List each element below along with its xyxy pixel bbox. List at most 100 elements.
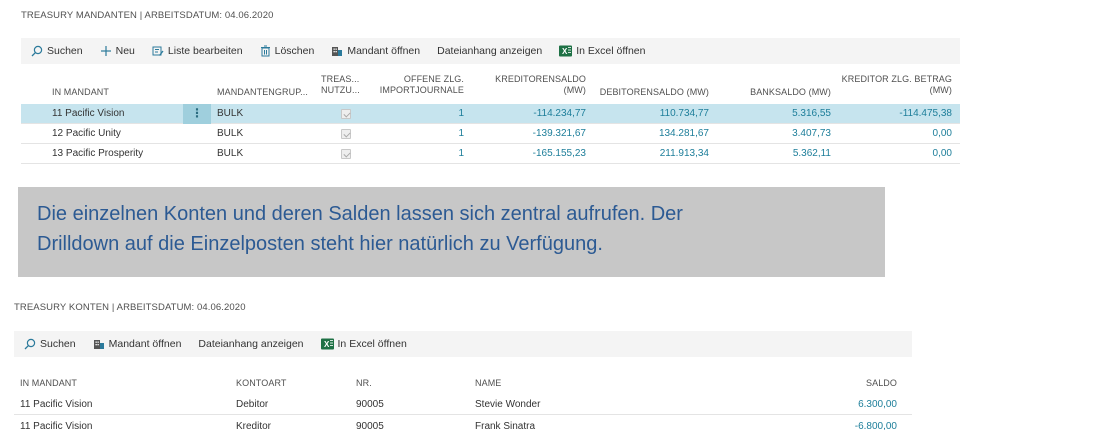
delete-button[interactable]: Löschen <box>260 45 315 57</box>
search-icon <box>24 338 36 350</box>
cell-creditor-balance[interactable]: -139.321,67 <box>476 124 586 144</box>
open-client-button-label: Mandant öffnen <box>108 338 182 350</box>
open-excel-button[interactable]: X In Excel öffnen <box>320 338 407 350</box>
checkbox-treasury-use <box>341 149 351 159</box>
trash-icon <box>260 45 270 57</box>
cell-open-imports[interactable]: 1 <box>367 144 464 164</box>
building-icon <box>332 47 343 56</box>
excel-icon: X <box>559 45 573 57</box>
cell-creditor-payment[interactable]: -114.475,38 <box>836 104 952 124</box>
col-header-number[interactable]: NR. <box>356 378 372 389</box>
cell-number: 90005 <box>356 421 384 430</box>
cell-number: 90005 <box>356 399 384 410</box>
cell-creditor-balance[interactable]: -114.234,77 <box>476 104 586 124</box>
col-header-group[interactable]: MANDANTENGRUP... <box>217 87 308 98</box>
checkbox-treasury-use <box>341 109 351 119</box>
svg-text:X: X <box>562 47 568 56</box>
cell-mandant[interactable]: 13 Pacific Prosperity <box>52 144 143 164</box>
col-header-name[interactable]: NAME <box>475 378 501 389</box>
col-header-bank-balance[interactable]: BANKSALDO (MW) <box>721 87 831 98</box>
search-icon <box>31 45 43 57</box>
search-button[interactable]: Suchen <box>31 45 83 57</box>
col-header-treas-line1: TREAS... <box>321 74 360 84</box>
search-button-label: Suchen <box>40 338 76 350</box>
cell-bank-balance[interactable]: 5.362,11 <box>721 144 831 164</box>
cell-name: Stevie Wonder <box>475 399 541 410</box>
col-header-mandant[interactable]: IN MANDANT <box>20 378 77 389</box>
cell-name: Frank Sinatra <box>475 421 536 430</box>
cell-open-imports[interactable]: 1 <box>367 104 464 124</box>
col-header-creditor-balance-line1: KREDITORENSALDO <box>495 74 586 84</box>
konten-table: IN MANDANT KONTOART NR. NAME SALDO 11 Pa… <box>14 357 912 430</box>
cell-bank-balance[interactable]: 5.316,55 <box>721 104 831 124</box>
cell-debtor-balance[interactable]: 134.281,67 <box>591 124 709 144</box>
svg-text:X: X <box>324 340 330 349</box>
col-header-open-imports-line2: IMPORTJOURNALE <box>379 85 464 95</box>
edit-list-button[interactable]: Liste bearbeiten <box>152 45 243 57</box>
cell-mandant[interactable]: 11 Pacific Vision <box>20 395 92 415</box>
page-title-konten: TREASURY KONTEN | ARBEITSDATUM: 04.06.20… <box>14 302 246 313</box>
new-button-label: Neu <box>115 45 135 57</box>
open-client-button[interactable]: Mandant öffnen <box>331 45 420 57</box>
row-actions-icon[interactable]: ⋮ <box>183 104 211 124</box>
col-header-mandant[interactable]: IN MANDANT <box>52 87 109 98</box>
cell-debtor-balance[interactable]: 211.913,34 <box>591 144 709 164</box>
cell-group: BULK <box>217 148 244 159</box>
delete-button-label: Löschen <box>274 45 315 57</box>
callout-line-1: Die einzelnen Konten und deren Salden la… <box>37 203 683 225</box>
building-icon <box>93 340 104 349</box>
table-row[interactable]: 12 Pacific Unity BULK 1 -139.321,67 134.… <box>21 124 960 144</box>
callout-line-2: Drilldown auf die Einzelposten steht hie… <box>37 233 603 255</box>
col-header-creditor-balance[interactable]: KREDITORENSALDO (MW) <box>476 74 586 96</box>
cell-account-type: Kreditor <box>236 421 272 430</box>
cell-group: BULK <box>217 108 244 119</box>
table-row[interactable]: 11 Pacific Vision ⋮ BULK 1 -114.234,77 1… <box>21 104 960 124</box>
cell-creditor-payment[interactable]: 0,00 <box>836 124 952 144</box>
page-title-mandanten: TREASURY MANDANTEN | ARBEITSDATUM: 04.06… <box>21 10 274 21</box>
mandanten-table: IN MANDANT MANDANTENGRUP... TREAS... NUT… <box>21 64 960 164</box>
edit-list-button-label: Liste bearbeiten <box>167 45 243 57</box>
open-client-button[interactable]: Mandant öffnen <box>93 338 182 350</box>
cell-group: BULK <box>217 128 244 139</box>
plus-icon <box>100 46 111 56</box>
cell-bank-balance[interactable]: 3.407,73 <box>721 124 831 144</box>
checkbox-treasury-use <box>341 129 351 139</box>
cell-mandant[interactable]: 11 Pacific Vision <box>52 104 124 124</box>
new-button[interactable]: Neu <box>100 45 135 57</box>
cell-creditor-payment[interactable]: 0,00 <box>836 144 952 164</box>
table-row[interactable]: 11 Pacific Vision Kreditor 90005 Frank S… <box>14 417 912 430</box>
cell-debtor-balance[interactable]: 110.734,77 <box>591 104 709 124</box>
excel-icon: X <box>320 338 334 350</box>
search-button[interactable]: Suchen <box>24 338 76 350</box>
show-attachment-button-label: Dateianhang anzeigen <box>437 45 543 57</box>
cell-mandant[interactable]: 12 Pacific Unity <box>52 124 121 144</box>
cell-balance[interactable]: 6.300,00 <box>794 395 897 415</box>
open-excel-button-label: In Excel öffnen <box>337 338 407 350</box>
edit-list-icon <box>152 46 164 56</box>
show-attachment-button-label: Dateianhang anzeigen <box>198 338 304 350</box>
open-client-button-label: Mandant öffnen <box>347 45 421 57</box>
col-header-account-type[interactable]: KONTOART <box>236 378 286 389</box>
show-attachment-button[interactable]: Dateianhang anzeigen <box>437 45 542 57</box>
col-header-open-imports[interactable]: OFFENE ZLG. IMPORTJOURNALE <box>367 74 464 96</box>
table-row[interactable]: 11 Pacific Vision Debitor 90005 Stevie W… <box>14 395 912 415</box>
col-header-debtor-balance[interactable]: DEBITORENSALDO (MW) <box>591 87 709 98</box>
col-header-creditor-balance-line2: (MW) <box>563 85 586 95</box>
open-excel-button-label: In Excel öffnen <box>576 45 646 57</box>
toolbar-mandanten: Suchen Neu Liste bearbeiten Löschen Mand… <box>21 38 960 64</box>
col-header-treas[interactable]: TREAS... NUTZU... <box>321 74 361 96</box>
cell-mandant[interactable]: 11 Pacific Vision <box>20 417 92 430</box>
cell-account-type: Debitor <box>236 399 269 410</box>
col-header-creditor-payment[interactable]: KREDITOR ZLG. BETRAG (MW) <box>836 74 952 96</box>
col-header-creditor-payment-line2: (MW) <box>929 85 952 95</box>
col-header-treas-line2: NUTZU... <box>321 85 360 95</box>
cell-creditor-balance[interactable]: -165.155,23 <box>476 144 586 164</box>
info-callout: Die einzelnen Konten und deren Salden la… <box>18 187 885 277</box>
cell-open-imports[interactable]: 1 <box>367 124 464 144</box>
toolbar-konten: Suchen Mandant öffnen Dateianhang anzeig… <box>14 331 912 357</box>
open-excel-button[interactable]: X In Excel öffnen <box>559 45 646 57</box>
col-header-balance[interactable]: SALDO <box>794 378 897 389</box>
cell-balance[interactable]: -6.800,00 <box>794 417 897 430</box>
table-row[interactable]: 13 Pacific Prosperity BULK 1 -165.155,23… <box>21 144 960 164</box>
show-attachment-button[interactable]: Dateianhang anzeigen <box>198 338 303 350</box>
